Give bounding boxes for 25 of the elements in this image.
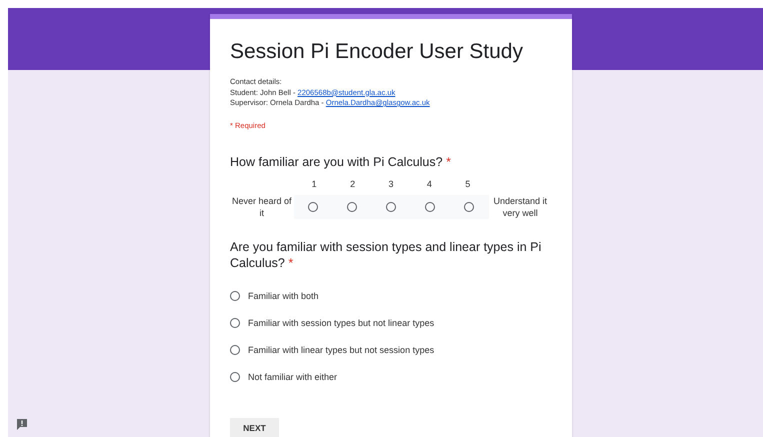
radio-button[interactable]: [230, 291, 240, 301]
scale-number: 3: [387, 178, 394, 190]
radio-button[interactable]: [230, 318, 240, 328]
radio-button[interactable]: [425, 202, 435, 212]
radio-button[interactable]: [347, 202, 357, 212]
radio-button[interactable]: [386, 202, 396, 212]
radio-button[interactable]: [230, 372, 240, 382]
scale-number: 2: [349, 178, 356, 190]
option-label: Familiar with session types but not linear types: [248, 318, 434, 328]
radio-button[interactable]: [464, 202, 474, 212]
option-label: Familiar with linear types but not session types: [248, 345, 434, 355]
scale-number: 5: [464, 178, 472, 190]
scale-number: 1: [310, 178, 318, 190]
scale-high-label: Understand it very well: [492, 194, 548, 218]
form-title: Session Pi Encoder User Study: [230, 39, 524, 65]
scale-low-label: Never heard of it: [230, 194, 293, 218]
feedback-icon[interactable]: [16, 418, 28, 430]
question-title: Are you familiar with session types and linear types in Pi Calculus? *: [230, 238, 542, 270]
question-title: How familiar are you with Pi Calculus? *: [230, 154, 452, 170]
radio-button[interactable]: [230, 345, 240, 355]
option-label: Not familiar with either: [248, 372, 338, 382]
next-button[interactable]: NEXT: [230, 418, 279, 437]
scale-number: 4: [426, 178, 433, 190]
option-label: Familiar with both: [248, 291, 319, 301]
radio-button[interactable]: [308, 202, 318, 212]
